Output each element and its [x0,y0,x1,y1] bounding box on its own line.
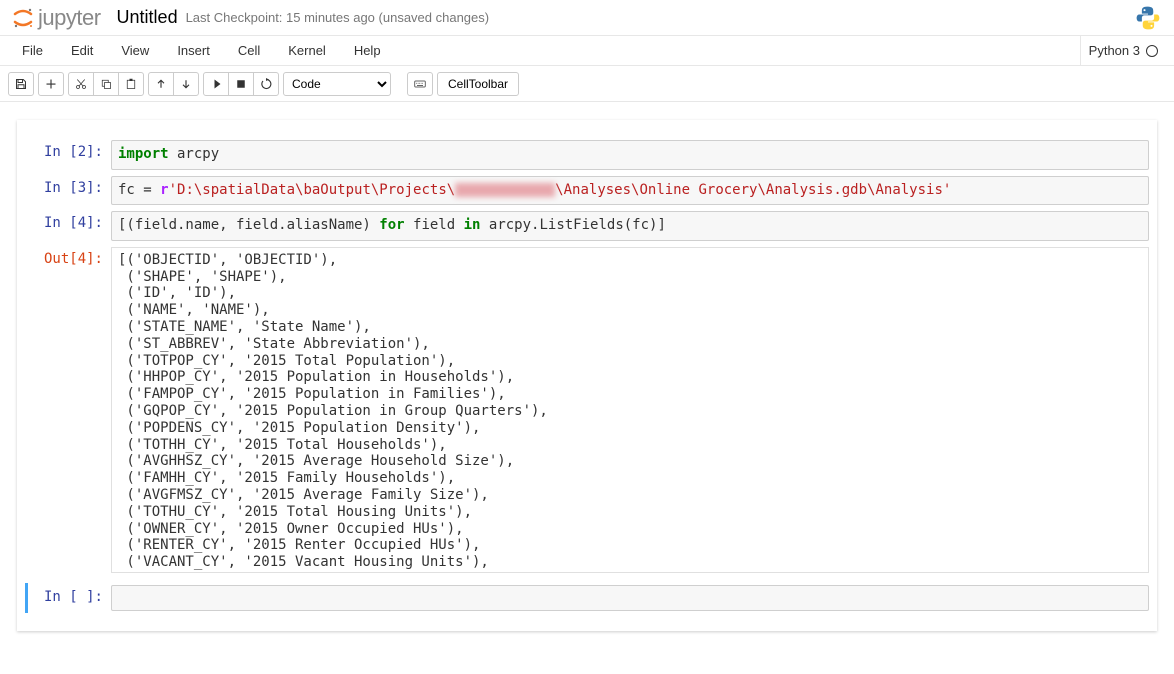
notebook-title[interactable]: Untitled [117,7,178,28]
menu-insert[interactable]: Insert [163,37,224,64]
code-cell[interactable]: In [3]: fc = r'D:\spatialData\baOutput\P… [25,174,1149,208]
menubar: File Edit View Insert Cell Kernel Help P… [0,36,1174,66]
code-input[interactable]: fc = r'D:\spatialData\baOutput\Projects\… [111,176,1149,206]
menubar-items: File Edit View Insert Cell Kernel Help [8,37,1080,64]
interrupt-button[interactable] [228,72,254,96]
output-scroll[interactable]: [('OBJECTID', 'OBJECTID'), ('SHAPE', 'SH… [111,247,1149,573]
code-cell[interactable]: In [2]: import arcpy [25,138,1149,172]
output-cell: Out[4]: [('OBJECTID', 'OBJECTID'), ('SHA… [25,245,1149,575]
menu-file[interactable]: File [8,37,57,64]
cell-type-select[interactable]: Code [283,72,391,96]
copy-icon [100,78,112,90]
kernel-idle-icon [1146,45,1158,57]
in-prompt: In [4]: [25,211,111,241]
header-bar: jupyter Untitled Last Checkpoint: 15 min… [0,0,1174,36]
move-down-button[interactable] [173,72,199,96]
arrow-up-icon [155,78,167,90]
python-icon [1134,4,1162,32]
code-cell[interactable]: In [4]: [(field.name, field.aliasName) f… [25,209,1149,243]
plus-icon [45,78,57,90]
in-prompt: In [2]: [25,140,111,170]
paste-button[interactable] [118,72,144,96]
jupyter-logo[interactable]: jupyter [12,5,101,31]
code-input[interactable] [111,585,1149,611]
cut-icon [75,78,87,90]
checkpoint-status: Last Checkpoint: 15 minutes ago (unsaved… [186,10,490,25]
copy-button[interactable] [93,72,119,96]
stop-icon [235,78,247,90]
notebook-container: In [2]: import arcpy In [3]: fc = r'D:\s… [0,102,1174,655]
in-prompt: In [3]: [25,176,111,206]
in-prompt: In [ ]: [28,585,111,611]
restart-button[interactable] [253,72,279,96]
paste-icon [125,78,137,90]
menu-help[interactable]: Help [340,37,395,64]
menu-edit[interactable]: Edit [57,37,107,64]
keyboard-icon [414,78,426,90]
out-prompt: Out[4]: [25,247,111,573]
jupyter-logo-text: jupyter [38,5,101,31]
run-icon [210,78,222,90]
add-cell-button[interactable] [38,72,64,96]
save-button[interactable] [8,72,34,96]
restart-icon [260,78,272,90]
menu-kernel[interactable]: Kernel [274,37,340,64]
menu-cell[interactable]: Cell [224,37,274,64]
save-icon [15,78,27,90]
toolbar: Code CellToolbar [0,66,1174,102]
cut-button[interactable] [68,72,94,96]
jupyter-icon [12,7,34,29]
move-up-button[interactable] [148,72,174,96]
menu-view[interactable]: View [107,37,163,64]
command-palette-button[interactable] [407,72,433,96]
notebook: In [2]: import arcpy In [3]: fc = r'D:\s… [17,120,1157,631]
code-cell-selected[interactable]: In [ ]: [25,583,1149,613]
output-text: [('OBJECTID', 'OBJECTID'), ('SHAPE', 'SH… [112,248,1148,573]
code-input[interactable]: import arcpy [111,140,1149,170]
code-input[interactable]: [(field.name, field.aliasName) for field… [111,211,1149,241]
celltoolbar-button[interactable]: CellToolbar [437,72,519,96]
run-button[interactable] [203,72,229,96]
arrow-down-icon [180,78,192,90]
kernel-indicator[interactable]: Python 3 [1080,36,1166,65]
redacted-text [455,183,555,197]
kernel-name: Python 3 [1089,43,1140,58]
